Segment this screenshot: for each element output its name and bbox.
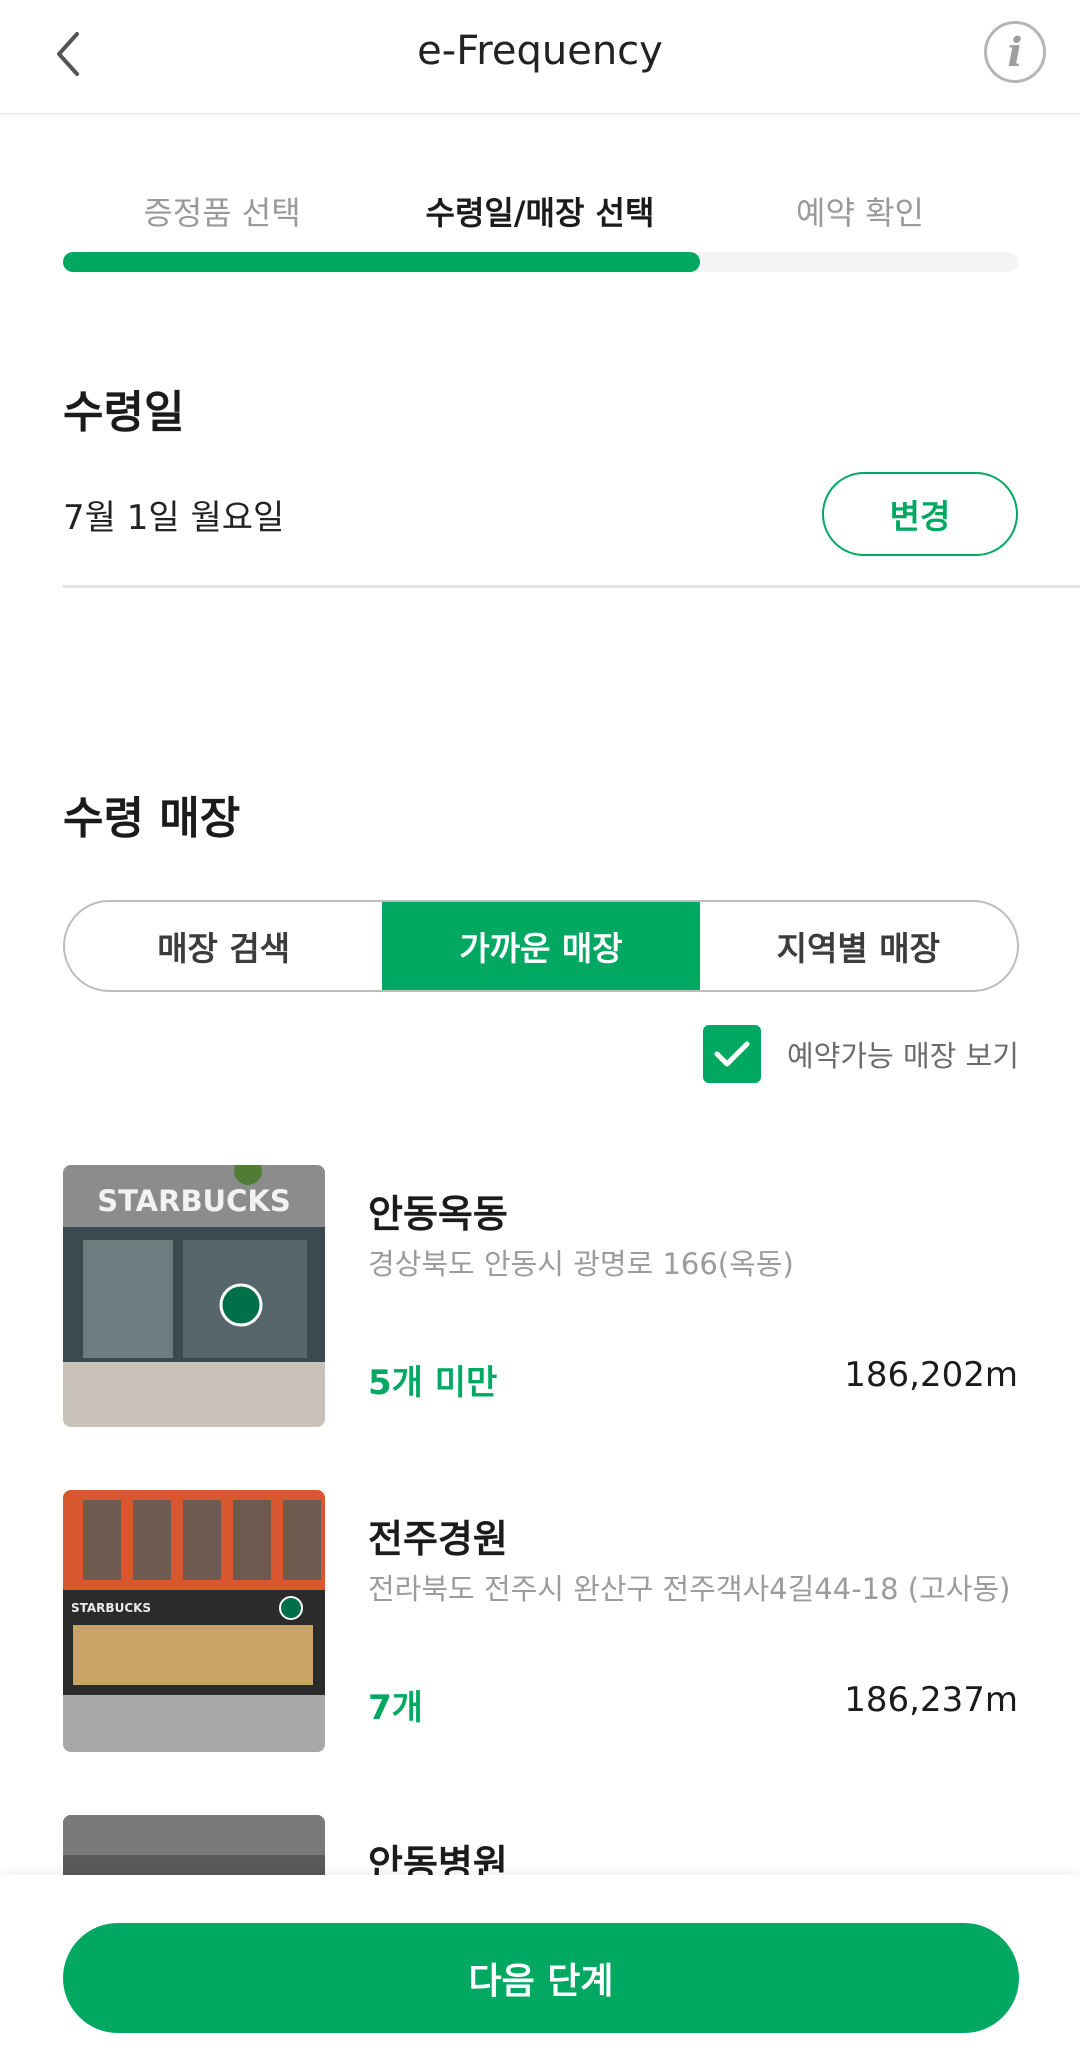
store-stock: 5개 미만	[368, 1363, 498, 1403]
available-stores-filter[interactable]: 예약가능 매장 보기	[703, 1025, 1019, 1083]
info-icon: i	[1007, 28, 1023, 76]
tab-store-search[interactable]: 매장 검색	[65, 902, 382, 990]
store-list-item[interactable]: 안동병원	[63, 1815, 1018, 1875]
pickup-date-value: 7월 1일 월요일	[63, 498, 285, 538]
step-progress-bar	[63, 252, 1018, 272]
pickup-store-title: 수령 매장	[63, 793, 241, 844]
next-step-button[interactable]: 다음 단계	[63, 1923, 1019, 2033]
step-reservation-confirm: 예약 확인	[796, 194, 924, 232]
store-photo: STARBUCKS	[63, 1490, 325, 1752]
store-distance: 186,202m	[844, 1355, 1018, 1395]
change-date-button[interactable]: 변경	[822, 472, 1018, 556]
page-title: e-Frequency	[417, 28, 663, 74]
step-progress-fill	[63, 252, 700, 272]
bottom-bar: 다음 단계	[0, 1875, 1080, 2065]
tab-regional-stores[interactable]: 지역별 매장	[700, 902, 1017, 990]
step-gift-select: 증정품 선택	[143, 194, 301, 232]
info-button[interactable]: i	[984, 21, 1046, 83]
store-photo	[63, 1815, 325, 1875]
store-sign-text: STARBUCKS	[97, 1184, 290, 1218]
store-photo: STARBUCKS	[63, 1165, 325, 1427]
store-sign-text: STARBUCKS	[71, 1601, 151, 1615]
app-header: e-Frequency i	[0, 0, 1080, 114]
store-address: 경상북도 안동시 광명로 166(옥동)	[368, 1247, 794, 1281]
store-search-tabs: 매장 검색 가까운 매장 지역별 매장	[63, 900, 1019, 992]
pickup-date-title: 수령일	[63, 387, 185, 438]
store-name: 안동병원	[368, 1842, 508, 1875]
store-distance: 186,237m	[844, 1680, 1018, 1720]
divider	[63, 585, 1080, 588]
step-indicator: 증정품 선택 수령일/매장 선택 예약 확인	[0, 188, 1080, 236]
checkmark-icon	[714, 1041, 750, 1067]
store-address: 전라북도 전주시 완산구 전주객사4길44-18 (고사동)	[368, 1572, 1011, 1606]
store-list-item[interactable]: STARBUCKS 전주경원 전라북도 전주시 완산구 전주객사4길44-18 …	[63, 1490, 1018, 1752]
tab-nearby-stores[interactable]: 가까운 매장	[382, 902, 700, 990]
store-name: 전주경원	[368, 1517, 508, 1561]
store-name: 안동옥동	[368, 1192, 508, 1236]
store-stock: 7개	[368, 1688, 423, 1728]
available-stores-label: 예약가능 매장 보기	[787, 1039, 1019, 1073]
available-stores-checkbox[interactable]	[703, 1025, 761, 1083]
step-date-store-select: 수령일/매장 선택	[425, 194, 655, 232]
store-list-item[interactable]: STARBUCKS 안동옥동 경상북도 안동시 광명로 166(옥동) 5개 미…	[63, 1165, 1018, 1427]
